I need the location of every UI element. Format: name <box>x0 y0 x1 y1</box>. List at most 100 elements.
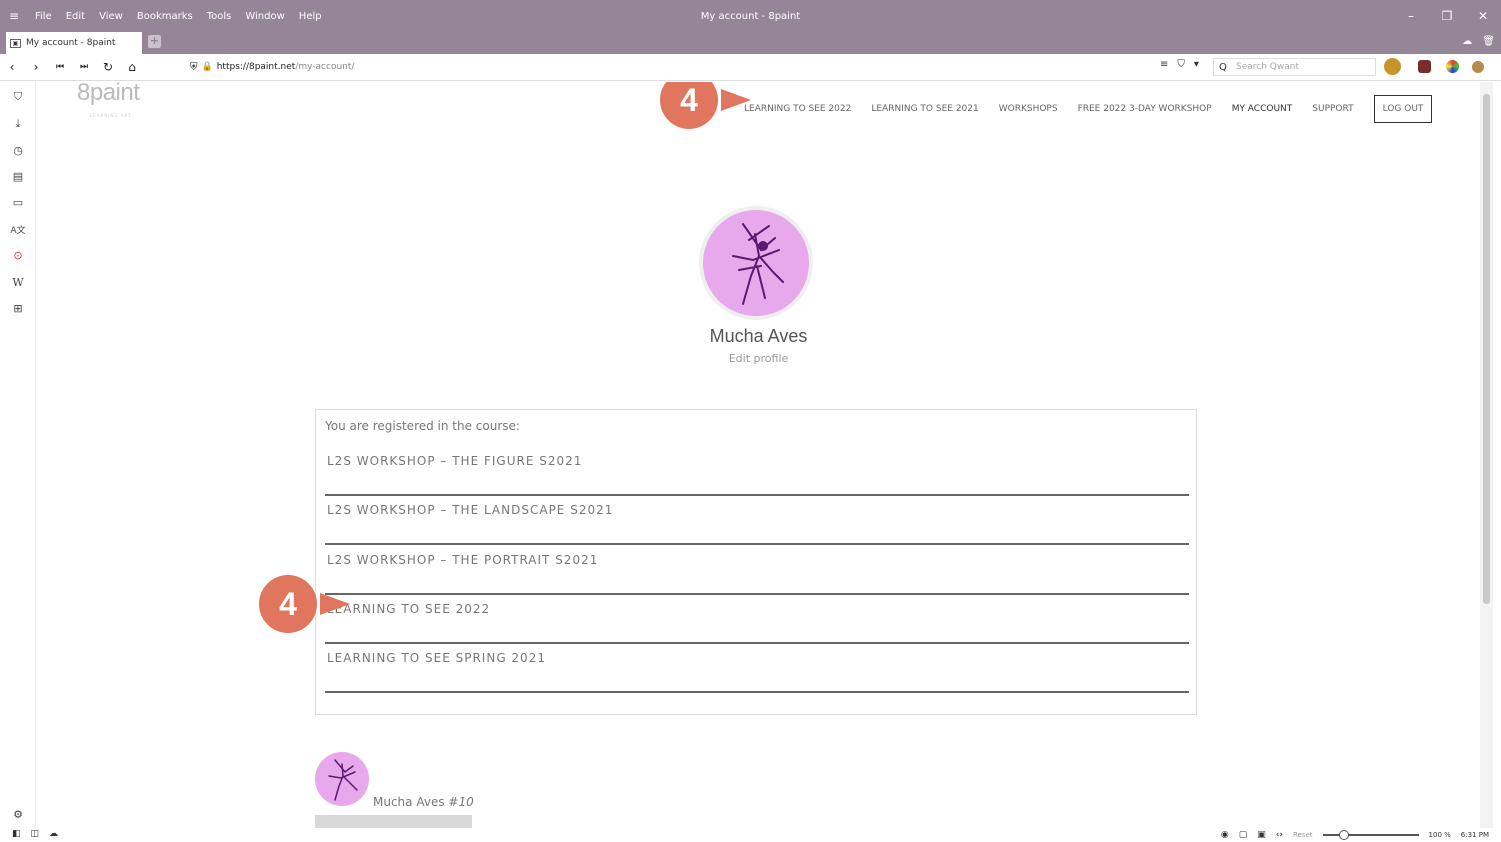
nav-free-workshop[interactable]: FREE 2022 3-DAY WORKSHOP <box>1078 104 1212 114</box>
course-link-portrait[interactable]: L2S WORKSHOP – THE PORTRAIT S2021 <box>325 546 1189 595</box>
bookmark-icon[interactable]: ⛉ <box>1177 59 1185 70</box>
menu-view[interactable]: View <box>92 11 130 22</box>
browser-sidebar: ⛉ ⤓ ◷ ▤ ▭ A文 ⊙ W ⊞ ⚙ <box>0 82 36 828</box>
color-extension-icon[interactable] <box>1446 60 1459 73</box>
course-link-learning-to-see-2022[interactable]: LEARNING TO SEE 2022 <box>325 595 1189 644</box>
shield-icon[interactable]: ⛨ <box>190 62 198 73</box>
url-field[interactable]: ⛨ 🔒 https://8paint.net/my-account/ <box>190 58 1160 76</box>
zoom-slider-knob[interactable] <box>1338 830 1349 840</box>
web-page: 8paint LEARNING ART LEARNING TO SEE 2022… <box>37 82 1480 828</box>
search-input[interactable]: Q Search Qwant <box>1213 58 1376 76</box>
vivaldi-icon[interactable]: ⊙ <box>10 249 26 262</box>
cloud-icon[interactable]: ☁ <box>1462 36 1472 47</box>
course-link-figure[interactable]: L2S WORKSHOP – THE FIGURE S2021 <box>325 447 1189 496</box>
comment-number: #10 <box>448 795 474 809</box>
search-icon: Q <box>1219 61 1227 73</box>
capture-icon[interactable]: ◉ <box>1221 830 1229 840</box>
reader-icon[interactable]: ≡ <box>1160 59 1168 70</box>
figure-drawing-small-icon <box>328 759 358 801</box>
tab-title: My account - 8paint <box>26 38 116 48</box>
zoom-reset-button[interactable]: Reset <box>1293 831 1313 839</box>
comment-author: Mucha Aves #10 <box>373 795 474 809</box>
zoom-level: 100 % <box>1428 831 1451 839</box>
settings-gear-icon[interactable]: ⚙ <box>10 808 26 821</box>
panel-toggle-icon[interactable]: ◧ <box>12 829 21 839</box>
favicon-icon: ▣ <box>10 38 21 48</box>
tab-bar-tools: ☁ 🗑 <box>1462 36 1495 47</box>
site-nav: LEARNING TO SEE 2022 LEARNING TO SEE 202… <box>744 95 1433 123</box>
menu-file[interactable]: File <box>28 11 59 22</box>
menu-edit[interactable]: Edit <box>59 11 92 22</box>
badge-middle-arrow <box>320 593 350 615</box>
profile-avatar-icon[interactable] <box>1384 58 1401 75</box>
window-controls: – ❐ ✕ <box>1393 0 1501 32</box>
restore-icon[interactable]: ❐ <box>1429 0 1465 32</box>
images-icon[interactable]: ▣ <box>1257 830 1266 840</box>
nav-workshops[interactable]: WORKSHOPS <box>999 104 1058 114</box>
page-scrollbar[interactable] <box>1480 82 1493 828</box>
lock-icon: 🔒 <box>201 62 213 72</box>
history-icon[interactable]: ◷ <box>10 144 26 157</box>
logout-button[interactable]: LOG OUT <box>1373 95 1433 123</box>
edit-profile-link[interactable]: Edit profile <box>37 352 1480 365</box>
address-tools: ≡ ⛉ ▾ <box>1160 59 1199 70</box>
nav-support[interactable]: SUPPORT <box>1312 104 1353 114</box>
home-icon[interactable]: ⌂ <box>120 60 144 74</box>
badge-top-arrow <box>721 89 751 111</box>
minimize-icon[interactable]: – <box>1393 0 1429 32</box>
bookmarks-panel-icon[interactable]: ⛉ <box>10 90 26 104</box>
step-badge-middle: 4 <box>259 575 317 633</box>
wikipedia-icon[interactable]: W <box>10 276 26 289</box>
add-panel-icon[interactable]: ⊞ <box>10 302 26 315</box>
code-icon[interactable]: ‹› <box>1276 830 1283 840</box>
statusbar-left: ◧ ◫ ☁ <box>12 829 58 839</box>
comment-action-button[interactable] <box>315 815 472 828</box>
address-bar-row: ‹ › ⏮ ⏭ ↻ ⌂ ⛨ 🔒 https://8paint.net/my-ac… <box>0 54 1501 81</box>
tiling-icon[interactable]: ◫ <box>31 829 40 839</box>
comment-author-name: Mucha Aves <box>373 795 445 809</box>
forward-icon[interactable]: › <box>24 60 48 74</box>
ublock-icon[interactable] <box>1418 60 1431 73</box>
downloads-icon[interactable]: ⤓ <box>10 117 26 131</box>
profile-avatar[interactable] <box>699 206 813 320</box>
menu-bar: ≡ File Edit View Bookmarks Tools Window … <box>0 0 329 32</box>
new-tab-button[interactable]: + <box>148 35 161 48</box>
nav-learning-to-see-2021[interactable]: LEARNING TO SEE 2021 <box>871 104 978 114</box>
browser-tab[interactable]: ▣ My account - 8paint <box>6 32 142 54</box>
menu-bookmarks[interactable]: Bookmarks <box>130 11 200 22</box>
trash-icon[interactable]: 🗑 <box>1482 36 1495 47</box>
url-path: /my-account/ <box>295 62 355 72</box>
extension-icon[interactable] <box>1472 61 1484 73</box>
browser-titlebar: ≡ File Edit View Bookmarks Tools Window … <box>0 0 1501 54</box>
menu-window[interactable]: Window <box>238 11 291 22</box>
sync-cloud-icon[interactable]: ☁ <box>49 829 58 839</box>
rewind-icon[interactable]: ⏮ <box>48 62 72 72</box>
menu-tools[interactable]: Tools <box>200 11 239 22</box>
site-logo[interactable]: 8paint <box>77 82 140 107</box>
zoom-slider[interactable] <box>1322 830 1419 840</box>
step-badge-top: 4 <box>660 82 718 129</box>
statusbar-right: ◉ ▢ ▣ ‹› Reset 100 % 6:31 PM <box>1221 830 1489 840</box>
course-link-learning-to-see-spring-2021[interactable]: LEARNING TO SEE SPRING 2021 <box>325 644 1189 693</box>
close-icon[interactable]: ✕ <box>1465 0 1501 32</box>
clock: 6:31 PM <box>1460 831 1489 839</box>
nav-my-account[interactable]: MY ACCOUNT <box>1232 104 1293 114</box>
translate-icon[interactable]: A文 <box>10 223 26 236</box>
fast-forward-icon[interactable]: ⏭ <box>72 62 96 72</box>
hamburger-icon[interactable]: ≡ <box>0 9 28 23</box>
nav-learning-to-see-2022[interactable]: LEARNING TO SEE 2022 <box>744 104 851 114</box>
notes-icon[interactable]: ▤ <box>10 170 26 183</box>
reload-icon[interactable]: ↻ <box>96 60 120 74</box>
registered-courses-panel: You are registered in the course: L2S WO… <box>315 409 1197 715</box>
url-host: https://8paint.net <box>216 62 296 72</box>
scrollbar-thumb[interactable] <box>1483 94 1490 604</box>
window-panel-icon[interactable]: ▭ <box>10 196 26 209</box>
figure-drawing-icon <box>732 223 784 305</box>
search-placeholder: Search Qwant <box>1236 62 1299 72</box>
tile-window-icon[interactable]: ▢ <box>1239 830 1248 840</box>
course-link-landscape[interactable]: L2S WORKSHOP – THE LANDSCAPE S2021 <box>325 496 1189 545</box>
menu-help[interactable]: Help <box>292 11 329 22</box>
courses-heading: You are registered in the course: <box>325 419 520 433</box>
chevron-down-icon[interactable]: ▾ <box>1194 59 1199 70</box>
back-icon[interactable]: ‹ <box>0 60 24 74</box>
